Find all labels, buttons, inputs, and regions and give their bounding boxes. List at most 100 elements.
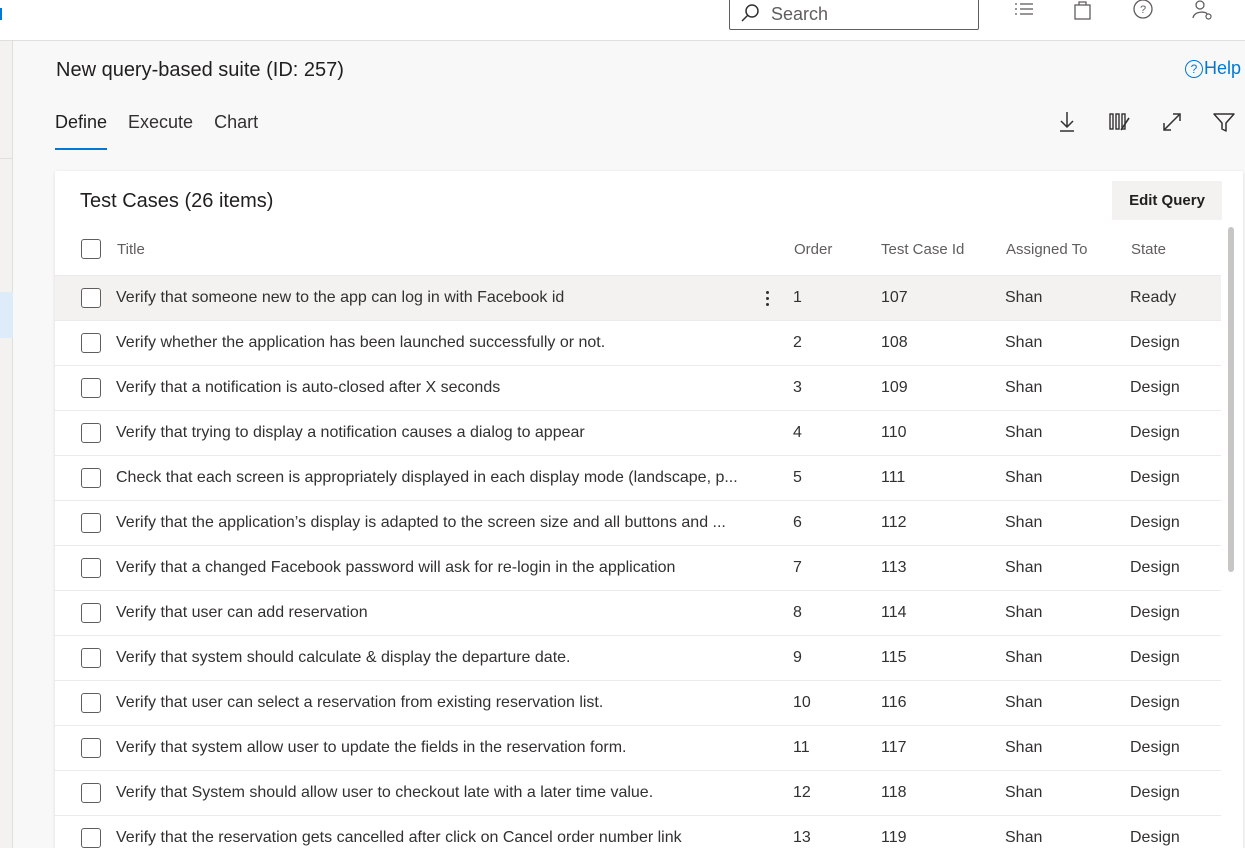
assigned-to-cell: Shan [1005,334,1043,351]
help-label: Help [1204,58,1242,78]
test-cases-card: Test Cases (26 items) Edit Query Title O… [55,171,1243,848]
test-case-title[interactable]: Verify that the application’s display is… [116,514,741,532]
assigned-to-cell: Shan [1005,289,1043,306]
help-icon: ? [1185,59,1203,78]
state-cell: Design [1130,469,1180,486]
table-row[interactable]: Verify that the reservation gets cancell… [55,816,1221,848]
test-case-id-cell: 108 [881,334,908,351]
table-row[interactable]: Verify that user can add reservation 8 114… [55,591,1221,636]
column-test-case-id[interactable]: Test Case Id [881,241,964,258]
tab-chart[interactable]: Chart [214,112,258,143]
row-checkbox[interactable] [81,783,101,803]
row-checkbox[interactable] [81,693,101,713]
order-cell: 1 [793,289,802,306]
download-icon[interactable] [1055,110,1079,134]
tab-define[interactable]: Define [55,112,108,150]
list-icon[interactable] [1013,0,1035,22]
column-order[interactable]: Order [794,241,832,258]
bag-icon[interactable] [1072,0,1094,22]
row-checkbox[interactable] [81,513,101,533]
state-cell: Design [1130,424,1180,441]
column-title[interactable]: Title [117,241,145,258]
state-cell: Design [1130,829,1180,846]
test-case-title[interactable]: Verify that system should calculate & di… [116,649,741,667]
table-row[interactable]: Verify that system allow user to update … [55,726,1221,771]
row-checkbox[interactable] [81,423,101,443]
nav-selected-item[interactable] [0,292,13,338]
order-cell: 6 [793,514,802,531]
test-case-id-cell: 115 [881,649,907,666]
table-row[interactable]: Verify that user can select a reservatio… [55,681,1221,726]
test-case-id-cell: 111 [881,469,906,486]
test-case-title[interactable]: Verify that a notification is auto-close… [116,379,741,397]
test-case-id-cell: 110 [881,424,907,441]
test-case-id-cell: 119 [881,829,907,846]
state-cell: Design [1130,334,1180,351]
table-row[interactable]: Verify that the application’s display is… [55,501,1221,546]
test-case-title[interactable]: Verify that a changed Facebook password … [116,559,741,577]
test-case-title[interactable]: Verify that trying to display a notifica… [116,424,741,442]
search-icon [741,4,759,22]
card-title: Test Cases (26 items) [80,190,274,212]
column-assigned-to[interactable]: Assigned To [1006,241,1087,258]
test-case-title[interactable]: Check that each screen is appropriately … [116,469,741,487]
test-case-title[interactable]: Verify that system allow user to update … [116,739,741,757]
test-case-title[interactable]: Verify that System should allow user to … [116,784,741,802]
help-link[interactable]: ? Help [1185,58,1241,79]
test-case-title[interactable]: Verify that the reservation gets cancell… [116,829,741,847]
page-title: New query-based suite (ID: 257) [56,59,344,81]
row-checkbox[interactable] [81,648,101,668]
state-cell: Design [1130,784,1180,801]
assigned-to-cell: Shan [1005,379,1043,396]
table-row[interactable]: Verify that a notification is auto-close… [55,366,1221,411]
table-row[interactable]: Verify that a changed Facebook password … [55,546,1221,591]
help-circle-icon[interactable]: ? [1132,0,1154,22]
table-row[interactable]: Verify that System should allow user to … [55,771,1221,816]
tab-execute[interactable]: Execute [128,112,193,143]
table-row[interactable]: Verify that system should calculate & di… [55,636,1221,681]
state-cell: Design [1130,739,1180,756]
order-cell: 9 [793,649,802,666]
select-all-checkbox[interactable] [81,239,101,259]
expand-icon[interactable] [1160,110,1184,134]
row-checkbox[interactable] [81,378,101,398]
column-state[interactable]: State [1131,241,1166,258]
left-nav [0,41,13,848]
svg-text:?: ? [1140,4,1146,16]
search-box[interactable]: Search [729,0,979,30]
assigned-to-cell: Shan [1005,514,1043,531]
order-cell: 2 [793,334,802,351]
test-case-title[interactable]: Verify that user can select a reservatio… [116,694,741,712]
table-row[interactable]: Check that each screen is appropriately … [55,456,1221,501]
filter-icon[interactable] [1212,110,1236,134]
state-cell: Design [1130,514,1180,531]
nav-separator [0,158,13,159]
test-case-id-cell: 116 [881,694,907,711]
row-checkbox[interactable] [81,288,101,308]
order-cell: 7 [793,559,802,576]
user-settings-icon[interactable] [1192,0,1214,22]
state-cell: Design [1130,694,1180,711]
more-actions-icon[interactable] [759,288,775,310]
row-checkbox[interactable] [81,603,101,623]
test-case-title[interactable]: Verify that someone new to the app can l… [116,289,741,307]
test-case-title[interactable]: Verify that user can add reservation [116,604,741,622]
table-row[interactable]: Verify that someone new to the app can l… [55,276,1221,321]
row-checkbox[interactable] [81,558,101,578]
table-row[interactable]: Verify whether the application has been … [55,321,1221,366]
scrollbar[interactable] [1228,227,1234,572]
table-header: Title Order Test Case Id Assigned To Sta… [55,227,1221,276]
row-checkbox[interactable] [81,828,101,848]
row-checkbox[interactable] [81,738,101,758]
test-case-title[interactable]: Verify whether the application has been … [116,334,741,352]
column-options-icon[interactable] [1108,110,1132,134]
order-cell: 12 [793,784,811,801]
brand-accent [0,8,2,20]
state-cell: Design [1130,604,1180,621]
assigned-to-cell: Shan [1005,784,1043,801]
row-checkbox[interactable] [81,333,101,353]
row-checkbox[interactable] [81,468,101,488]
table-row[interactable]: Verify that trying to display a notifica… [55,411,1221,456]
edit-query-button[interactable]: Edit Query [1112,181,1222,220]
test-case-id-cell: 107 [881,289,908,306]
